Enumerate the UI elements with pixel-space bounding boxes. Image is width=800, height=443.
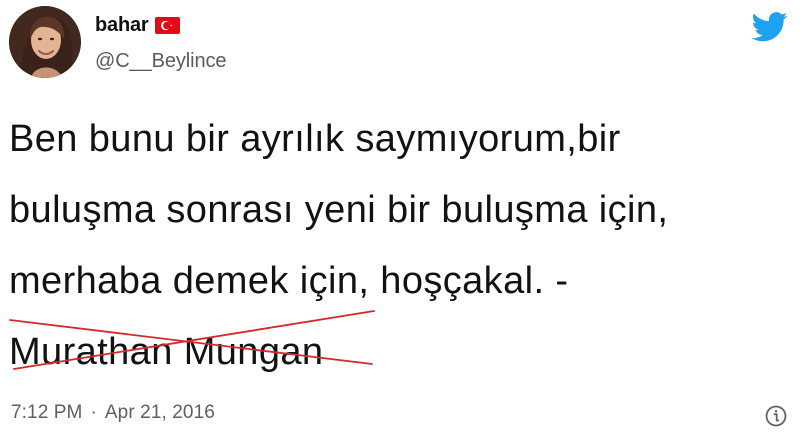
avatar[interactable] (9, 6, 81, 78)
tweet-line: merhaba demek için, hoşçakal. - (9, 260, 569, 302)
author-name-row: bahar (95, 11, 181, 39)
tweet-card: bahar @C__Beylince Ben bunu bir ayrılık … (0, 0, 800, 443)
tweet-date[interactable]: Apr 21, 2016 (105, 401, 215, 425)
tweet-line: buluşma sonrası yeni bir buluşma için, (9, 189, 669, 231)
display-name[interactable]: bahar (95, 13, 149, 37)
user-handle[interactable]: @C__Beylince (95, 49, 226, 73)
tweet-line: Ben bunu bir ayrılık saymıyorum,bir (9, 118, 621, 160)
tweet-meta: 7:12 PM · Apr 21, 2016 (11, 401, 215, 425)
author-attribution: Murathan Mungan (9, 331, 324, 373)
turkey-flag-icon (155, 17, 181, 34)
struck-attribution: Murathan Mungan (9, 310, 375, 388)
tweet-text: Ben bunu bir ayrılık saymıyorum,bir bulu… (9, 104, 769, 388)
attribution-line: Murathan Mungan (9, 310, 769, 388)
info-icon-glyph (765, 405, 786, 426)
twitter-bird-icon[interactable] (752, 12, 788, 42)
tweet-time[interactable]: 7:12 PM (11, 401, 82, 425)
avatar-portrait-icon (9, 6, 81, 78)
meta-separator: · (90, 402, 97, 423)
info-icon[interactable] (762, 402, 789, 429)
